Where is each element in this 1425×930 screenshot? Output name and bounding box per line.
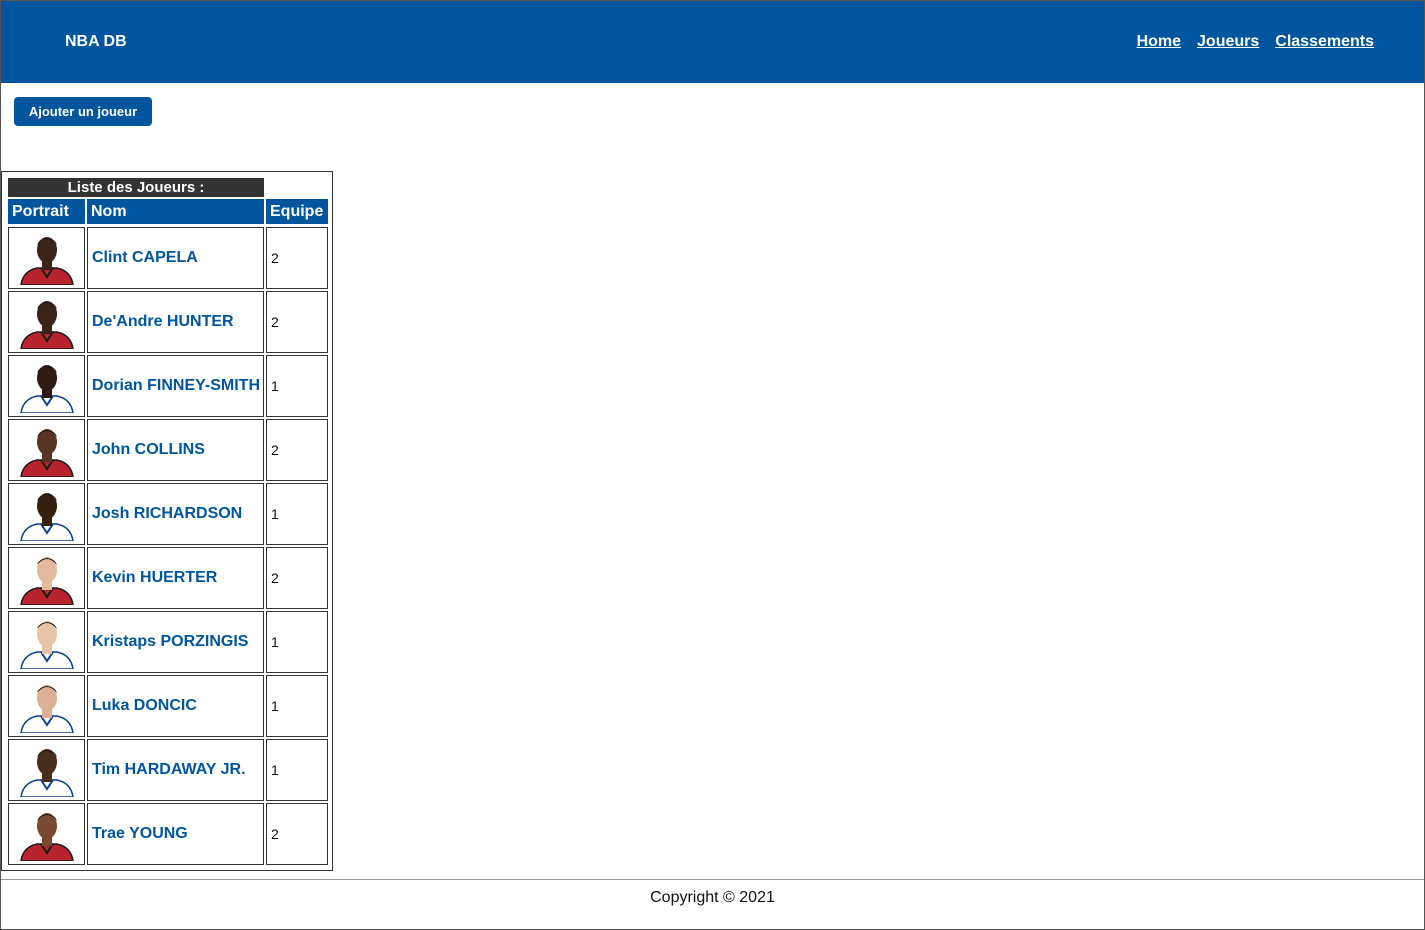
table-cell-portrait [8, 611, 85, 673]
player-name-link[interactable]: De'Andre HUNTER [92, 313, 234, 331]
table-cell-portrait [8, 803, 85, 865]
table-cell-portrait [8, 483, 85, 545]
table-cell-equipe: 1 [266, 611, 328, 673]
player-portrait [15, 295, 79, 349]
copyright-text: Copyright © 2021 [650, 889, 775, 906]
team-id: 1 [271, 378, 279, 394]
team-id: 2 [271, 250, 279, 266]
table-cell-equipe: 1 [266, 675, 328, 737]
player-portrait [15, 359, 79, 413]
page-footer: Copyright © 2021 [1, 879, 1424, 930]
top-header: NBA DB Home Joueurs Classements [1, 1, 1424, 83]
table-cell-nom: Kevin HUERTER [87, 547, 264, 609]
table-cell-nom: Dorian FINNEY-SMITH [87, 355, 264, 417]
table-cell-equipe: 2 [266, 227, 328, 289]
add-player-button[interactable]: Ajouter un joueur [14, 97, 152, 126]
nav-link-classements[interactable]: Classements [1275, 33, 1374, 51]
team-id: 2 [271, 826, 279, 842]
table-cell-portrait [8, 739, 85, 801]
table-cell-nom: John COLLINS [87, 419, 264, 481]
table-cell-nom: Josh RICHARDSON [87, 483, 264, 545]
table-cell-equipe: 2 [266, 547, 328, 609]
player-name-link[interactable]: Tim HARDAWAY JR. [92, 761, 246, 779]
team-id: 2 [271, 570, 279, 586]
player-portrait [15, 423, 79, 477]
brand-title: NBA DB [65, 33, 127, 50]
player-name-link[interactable]: Dorian FINNEY-SMITH [92, 377, 260, 395]
player-portrait [15, 807, 79, 861]
player-name-link[interactable]: Trae YOUNG [92, 825, 188, 843]
players-table: Liste des Joueurs : Portrait Nom Equipe … [1, 171, 333, 871]
table-cell-portrait [8, 675, 85, 737]
table-cell-nom: Clint CAPELA [87, 227, 264, 289]
table-cell-equipe: 1 [266, 483, 328, 545]
column-header-equipe: Equipe [266, 199, 328, 224]
table-cell-equipe: 2 [266, 803, 328, 865]
team-id: 2 [271, 442, 279, 458]
team-id: 1 [271, 506, 279, 522]
column-header-nom: Nom [87, 199, 264, 224]
player-portrait [15, 743, 79, 797]
nav-link-joueurs[interactable]: Joueurs [1197, 33, 1259, 51]
team-id: 1 [271, 634, 279, 650]
table-cell-nom: De'Andre HUNTER [87, 291, 264, 353]
table-cell-portrait [8, 227, 85, 289]
main-nav: Home Joueurs Classements [1137, 33, 1374, 51]
player-name-link[interactable]: Josh RICHARDSON [92, 505, 242, 523]
table-cell-portrait [8, 419, 85, 481]
player-name-link[interactable]: Clint CAPELA [92, 249, 198, 267]
player-portrait [15, 231, 79, 285]
player-portrait [15, 615, 79, 669]
player-portrait [15, 551, 79, 605]
team-id: 1 [271, 698, 279, 714]
table-cell-nom: Tim HARDAWAY JR. [87, 739, 264, 801]
table-cell-nom: Trae YOUNG [87, 803, 264, 865]
player-name-link[interactable]: Luka DONCIC [92, 697, 197, 715]
table-cell-nom: Kristaps PORZINGIS [87, 611, 264, 673]
player-portrait [15, 487, 79, 541]
table-cell-equipe: 2 [266, 419, 328, 481]
table-caption: Liste des Joueurs : [8, 178, 264, 197]
table-cell-portrait [8, 547, 85, 609]
nav-link-home[interactable]: Home [1137, 33, 1181, 51]
table-cell-equipe: 1 [266, 739, 328, 801]
table-cell-equipe: 2 [266, 291, 328, 353]
player-name-link[interactable]: John COLLINS [92, 441, 205, 459]
player-portrait [15, 679, 79, 733]
table-cell-portrait [8, 355, 85, 417]
player-name-link[interactable]: Kristaps PORZINGIS [92, 633, 248, 651]
team-id: 1 [271, 762, 279, 778]
table-cell-portrait [8, 291, 85, 353]
team-id: 2 [271, 314, 279, 330]
table-cell-equipe: 1 [266, 355, 328, 417]
table-cell-nom: Luka DONCIC [87, 675, 264, 737]
player-name-link[interactable]: Kevin HUERTER [92, 569, 217, 587]
column-header-portrait: Portrait [8, 199, 85, 224]
